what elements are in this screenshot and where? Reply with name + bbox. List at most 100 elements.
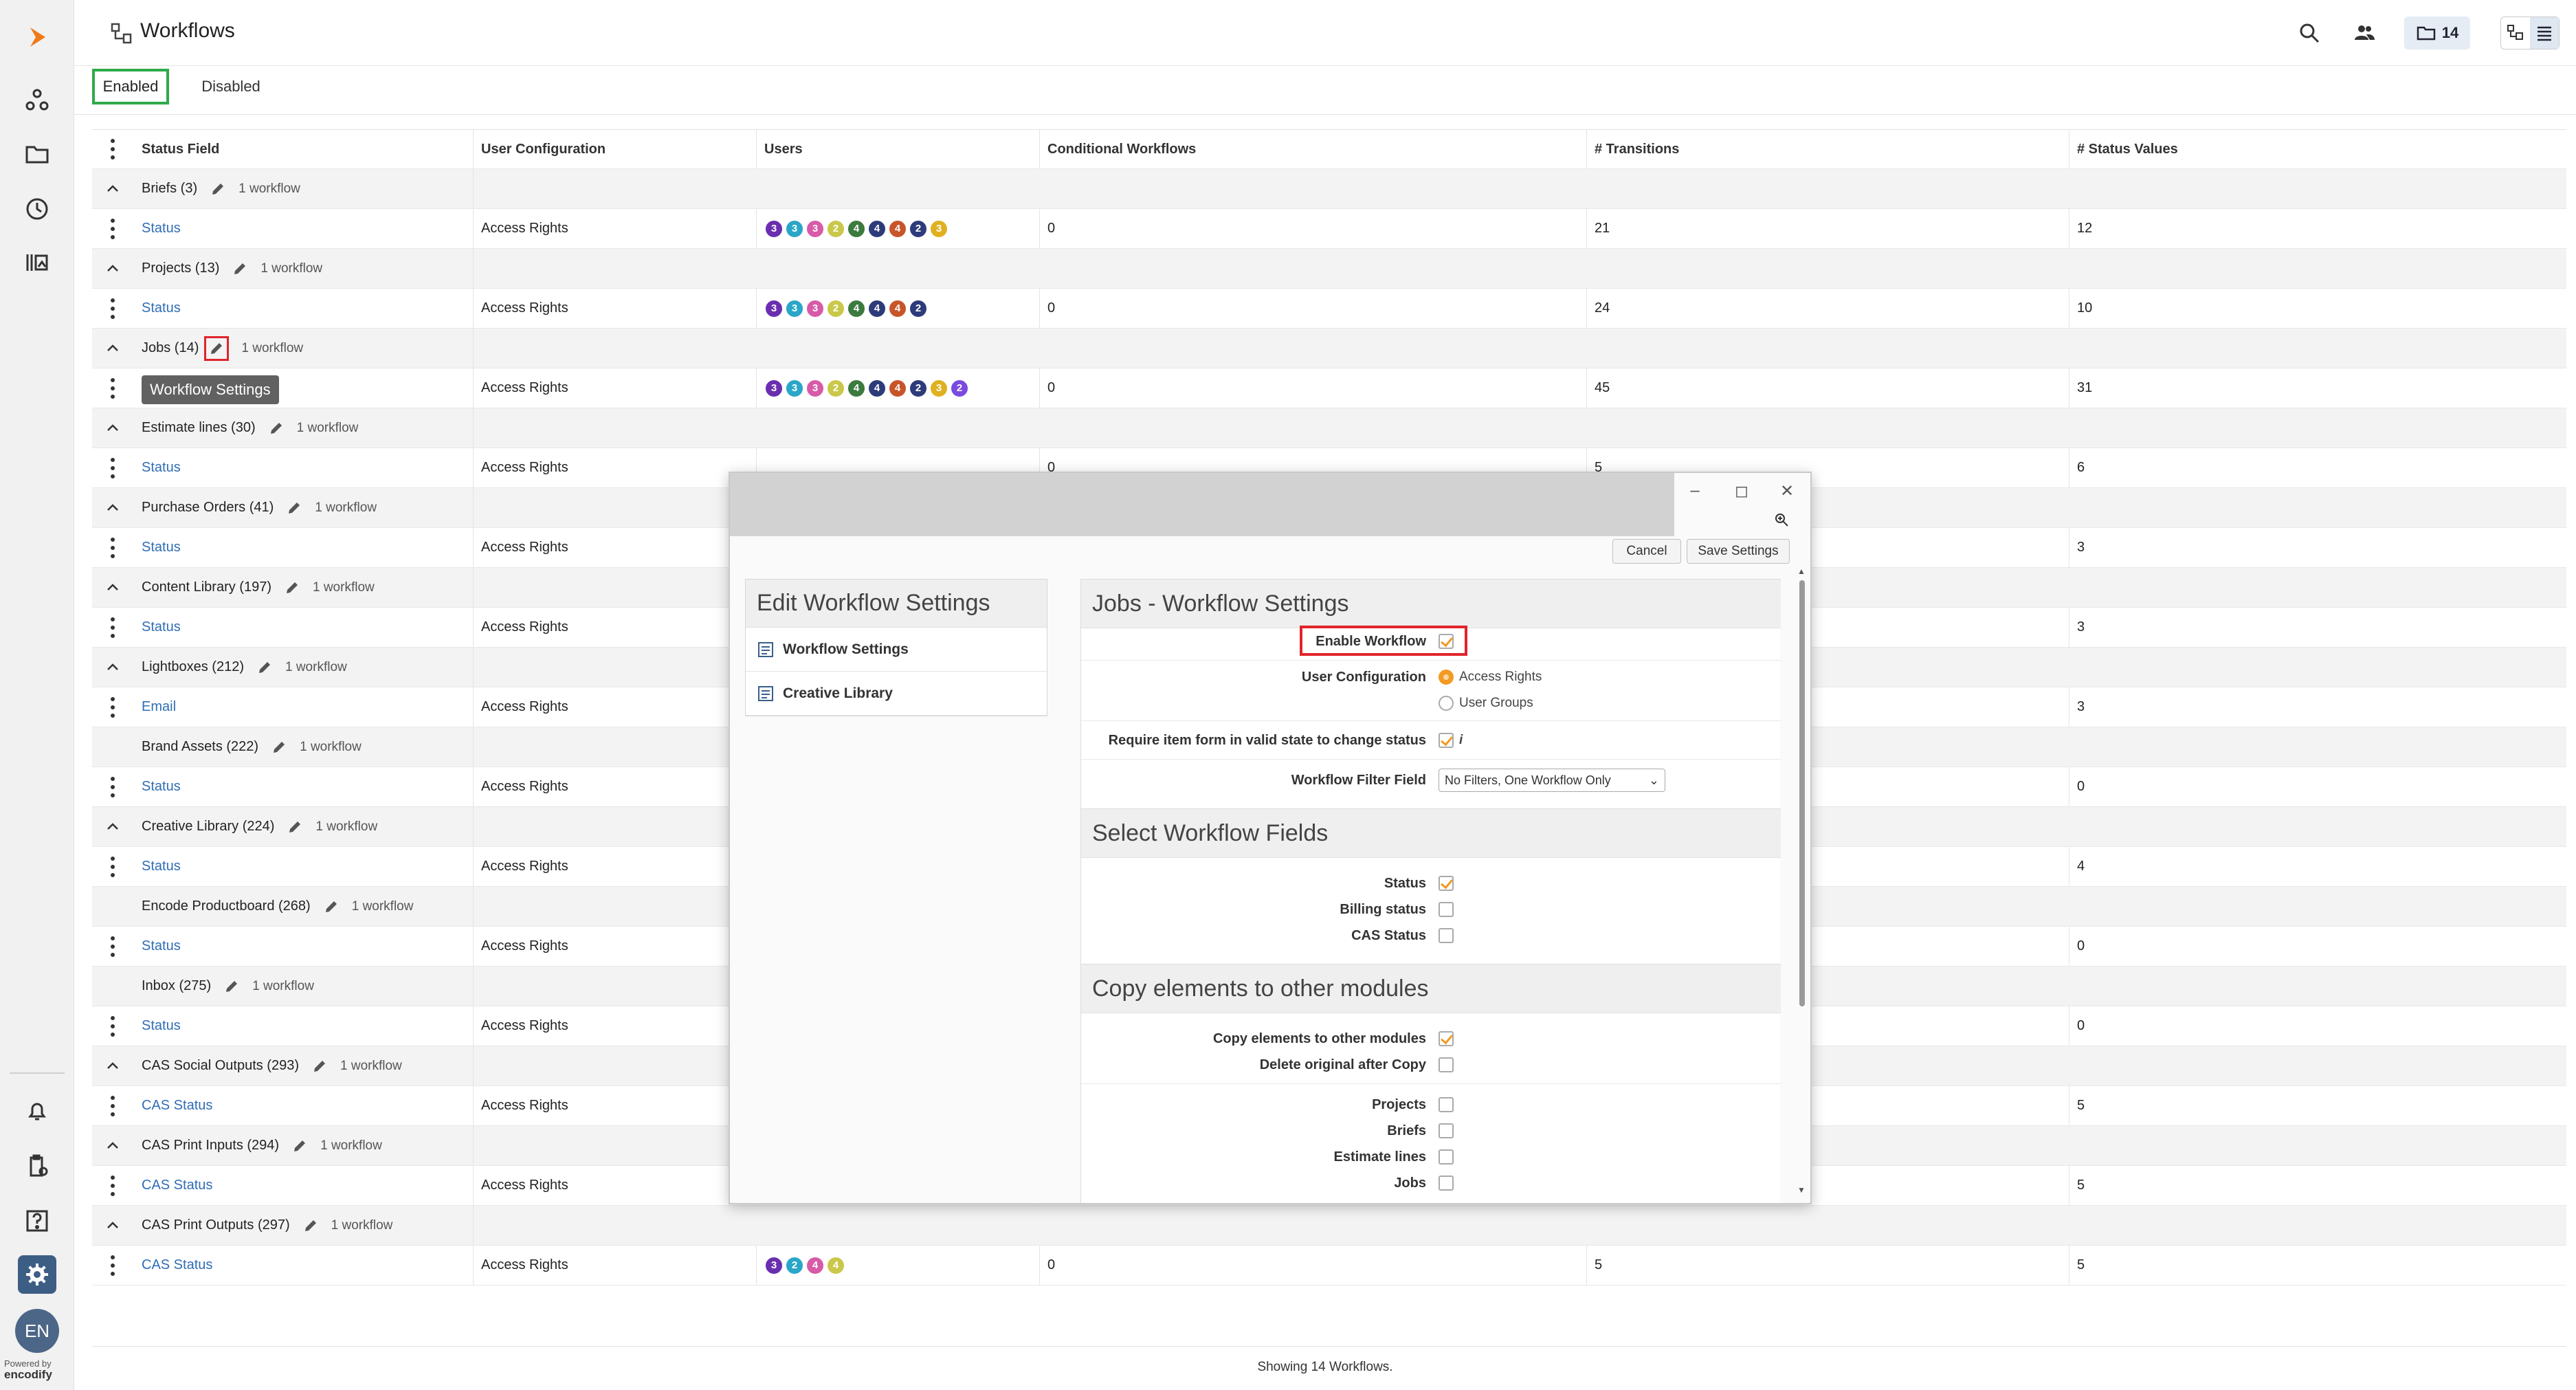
collapse-chevron-icon[interactable] xyxy=(92,568,133,607)
user-count-badge[interactable]: 2 xyxy=(826,298,845,318)
settings-gear-icon[interactable] xyxy=(18,1255,56,1294)
table-row[interactable]: CAS Status Access Rights 0 5 5 3 2 4 4 xyxy=(92,1246,2566,1286)
row-menu-button[interactable] xyxy=(92,1086,133,1125)
user-count-badge[interactable]: 4 xyxy=(888,219,907,239)
nav-creative-library[interactable]: Creative Library xyxy=(746,672,1047,716)
edit-pencil-icon[interactable] xyxy=(271,580,300,596)
row-menu-button[interactable] xyxy=(92,289,133,328)
user-count-badge[interactable]: 3 xyxy=(764,378,784,398)
user-count-badge[interactable]: 3 xyxy=(764,219,784,239)
row-menu-button[interactable] xyxy=(92,448,133,487)
list-view-icon[interactable] xyxy=(2530,17,2559,49)
user-count-badge[interactable]: 3 xyxy=(764,1255,784,1275)
user-count-badge[interactable]: 4 xyxy=(888,298,907,318)
user-count-badge[interactable]: 3 xyxy=(785,378,804,398)
collapse-chevron-icon[interactable] xyxy=(92,169,133,208)
collapse-chevron-icon[interactable] xyxy=(92,329,133,368)
status-field-link[interactable]: CAS Status xyxy=(142,1086,471,1125)
workflow-nodes-icon[interactable] xyxy=(18,81,56,120)
copy-elements-checkbox[interactable] xyxy=(1439,1031,1454,1046)
maximize-icon[interactable]: ◻ xyxy=(1721,478,1762,503)
header-menu-button[interactable] xyxy=(92,130,133,168)
minimize-icon[interactable]: – xyxy=(1674,478,1716,503)
access-rights-radio[interactable] xyxy=(1439,670,1454,685)
user-count-badge[interactable]: 4 xyxy=(867,219,887,239)
edit-pencil-icon[interactable] xyxy=(197,181,226,197)
user-count-badge[interactable]: 2 xyxy=(826,378,845,398)
group-row[interactable]: Jobs (14) 1 workflow xyxy=(92,329,2566,368)
folder-count-button[interactable]: 14 xyxy=(2404,16,2470,49)
user-count-badge[interactable]: 4 xyxy=(847,298,866,318)
collapse-chevron-icon[interactable] xyxy=(92,1126,133,1165)
dialog-titlebar[interactable] xyxy=(730,473,1674,536)
row-menu-button[interactable] xyxy=(92,1246,133,1285)
group-row[interactable]: Estimate lines (30) 1 workflow xyxy=(92,408,2566,448)
nav-workflow-settings[interactable]: Workflow Settings xyxy=(746,628,1047,672)
user-count-badge[interactable]: 4 xyxy=(847,378,866,398)
user-count-badge[interactable]: 4 xyxy=(826,1255,845,1275)
cancel-button[interactable]: Cancel xyxy=(1612,539,1681,564)
user-count-badge[interactable]: 3 xyxy=(764,298,784,318)
folder-icon[interactable] xyxy=(18,135,56,173)
status-field-link[interactable]: Status xyxy=(142,1006,471,1046)
collapse-chevron-icon[interactable] xyxy=(92,408,133,448)
status-field-link[interactable]: Status xyxy=(142,448,471,487)
task-clipboard-icon[interactable] xyxy=(18,1147,56,1185)
user-count-badge[interactable]: 3 xyxy=(929,378,948,398)
edit-pencil-icon[interactable] xyxy=(204,335,230,361)
edit-pencil-icon[interactable] xyxy=(274,500,302,516)
delete-original-checkbox[interactable] xyxy=(1439,1057,1454,1072)
status-field-link[interactable]: Status xyxy=(142,767,471,806)
status-field-link[interactable]: Status xyxy=(142,209,471,248)
status-field-link[interactable]: Status xyxy=(142,528,471,567)
collapse-chevron-icon[interactable] xyxy=(92,807,133,846)
edit-pencil-icon[interactable] xyxy=(290,1217,319,1234)
status-field-link[interactable]: Status xyxy=(142,927,471,966)
user-count-badge[interactable]: 4 xyxy=(867,298,887,318)
jobs-checkbox[interactable] xyxy=(1439,1176,1454,1191)
library-icon[interactable] xyxy=(18,243,56,282)
row-menu-button[interactable] xyxy=(92,1006,133,1046)
user-count-badge[interactable]: 3 xyxy=(785,298,804,318)
group-row[interactable]: CAS Print Outputs (297) 1 workflow xyxy=(92,1206,2566,1246)
zoom-icon[interactable] xyxy=(1769,507,1794,532)
edit-pencil-icon[interactable] xyxy=(211,978,240,995)
table-row[interactable]: Access Rights 0 45 31 3 3 3 2 4 4 4 2 3 2 xyxy=(92,368,2566,408)
workflow-filter-select[interactable]: No Filters, One Workflow Only ⌄ xyxy=(1439,769,1665,792)
edit-pencil-icon[interactable] xyxy=(244,659,273,676)
user-count-badge[interactable]: 3 xyxy=(806,219,825,239)
user-count-badge[interactable]: 4 xyxy=(867,378,887,398)
status-field-link[interactable]: CAS Status xyxy=(142,1246,471,1285)
user-count-badge[interactable]: 4 xyxy=(806,1255,825,1275)
table-row[interactable]: Status Access Rights 0 24 10 3 3 3 2 4 4 4 2 xyxy=(92,289,2566,329)
collapse-chevron-icon[interactable] xyxy=(92,488,133,527)
row-menu-button[interactable] xyxy=(92,608,133,647)
enable-workflow-checkbox[interactable] xyxy=(1439,634,1454,649)
user-count-badge[interactable]: 3 xyxy=(785,219,804,239)
dialog-scrollbar[interactable]: ▲ ▼ xyxy=(1795,566,1808,1199)
require-valid-checkbox[interactable] xyxy=(1439,733,1454,748)
row-menu-button[interactable] xyxy=(92,687,133,727)
clock-icon[interactable] xyxy=(18,190,56,228)
briefs-checkbox[interactable] xyxy=(1439,1123,1454,1138)
user-groups-radio[interactable] xyxy=(1439,696,1454,711)
col-status-field[interactable]: Status Field xyxy=(142,130,471,168)
billing-status-checkbox[interactable] xyxy=(1439,902,1454,917)
user-count-badge[interactable]: 4 xyxy=(888,378,907,398)
tab-disabled[interactable]: Disabled xyxy=(186,69,276,104)
user-count-badge[interactable]: 2 xyxy=(909,298,928,318)
encodify-logo-icon[interactable] xyxy=(18,18,56,56)
user-count-badge[interactable]: 3 xyxy=(806,378,825,398)
info-icon[interactable]: i xyxy=(1459,733,1463,748)
user-count-badge[interactable]: 2 xyxy=(785,1255,804,1275)
projects-checkbox[interactable] xyxy=(1439,1097,1454,1112)
group-row[interactable]: Briefs (3) 1 workflow xyxy=(92,169,2566,209)
status-field-link[interactable]: Status xyxy=(142,289,471,328)
edit-pencil-icon[interactable] xyxy=(279,1138,308,1154)
close-icon[interactable]: ✕ xyxy=(1766,478,1808,503)
edit-pencil-icon[interactable] xyxy=(311,898,340,915)
estimate-lines-checkbox[interactable] xyxy=(1439,1149,1454,1165)
search-icon[interactable] xyxy=(2296,19,2323,47)
edit-pencil-icon[interactable] xyxy=(256,420,285,437)
collapse-chevron-icon[interactable] xyxy=(92,1046,133,1085)
